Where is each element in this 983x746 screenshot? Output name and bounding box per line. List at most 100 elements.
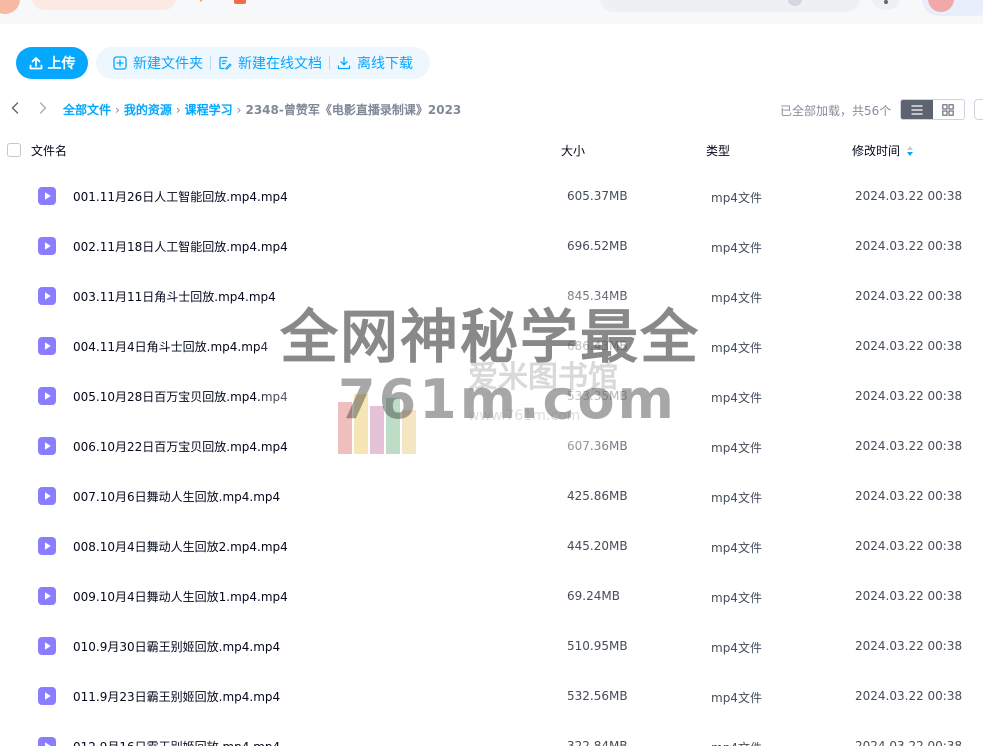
file-size: 322.84MB	[567, 739, 628, 746]
file-type: mp4文件	[711, 739, 762, 746]
file-name[interactable]: 010.9月30日霸王别姬回放.mp4.mp4	[73, 638, 280, 655]
file-modified-time: 2024.03.22 00:38	[855, 539, 963, 553]
new-doc-label: 新建在线文档	[238, 56, 322, 72]
breadcrumb-item[interactable]: 我的资源	[124, 101, 172, 118]
file-type: mp4文件	[711, 441, 762, 455]
view-toggle	[900, 99, 965, 120]
video-file-icon	[38, 737, 56, 746]
file-name[interactable]: 001.11月26日人工智能回放.mp4.mp4	[73, 188, 288, 205]
history-navigation	[8, 100, 50, 116]
video-file-icon	[38, 587, 56, 605]
table-row[interactable]: 006.10月22日百万宝贝回放.mp4.mp4 607.36MB mp4文件 202…	[0, 421, 983, 471]
file-modified-time: 2024.03.22 00:38	[855, 239, 963, 253]
file-name[interactable]: 004.11月4日角斗士回放.mp4.mp4	[73, 338, 268, 355]
breadcrumb-current: 2348-曾赞军《电影直播录制课》2023	[245, 103, 462, 117]
document-edit-icon	[219, 56, 232, 70]
upload-icon	[29, 57, 42, 70]
breadcrumb-item[interactable]: 课程学习	[185, 101, 233, 118]
file-modified-time: 2024.03.22 00:38	[855, 389, 963, 403]
file-name[interactable]: 009.10月4日舞动人生回放1.mp4.mp4	[73, 588, 288, 605]
file-name[interactable]: 008.10月4日舞动人生回放2.mp4.mp4	[73, 538, 288, 555]
list-view-icon[interactable]	[901, 100, 933, 119]
user-avatar[interactable]	[0, 0, 20, 14]
account-avatar[interactable]	[922, 0, 983, 16]
more-icon[interactable]	[872, 0, 900, 10]
video-file-icon	[38, 337, 56, 355]
new-folder-button[interactable]: 新建文件夹	[106, 53, 210, 73]
table-row[interactable]: 001.11月26日人工智能回放.mp4.mp4 605.37MB mp4文件 202…	[0, 171, 983, 221]
column-header-size[interactable]: 大小	[561, 142, 585, 159]
file-name[interactable]: 002.11月18日人工智能回放.mp4.mp4	[73, 238, 288, 255]
file-size: 533.35MB	[567, 389, 628, 403]
file-size: 845.34MB	[567, 289, 628, 303]
file-modified-time: 2024.03.22 00:38	[855, 739, 963, 746]
file-toolbar: 上传 新建文件夹 新建在线文档 离线下载	[16, 47, 430, 79]
offline-download-button[interactable]: 离线下载	[330, 53, 420, 73]
upload-button[interactable]: 上传	[16, 47, 88, 79]
file-size: 445.20MB	[567, 539, 628, 553]
fire-icon[interactable]: ✦	[196, 0, 212, 5]
file-type: mp4文件	[711, 591, 762, 605]
table-row[interactable]: 011.9月23日霸王别姬回放.mp4.mp4 532.56MB mp4文件 2024…	[0, 671, 983, 721]
column-header-name[interactable]: 文件名	[31, 142, 67, 159]
search-input[interactable]	[600, 0, 860, 12]
video-file-icon	[38, 287, 56, 305]
file-type: mp4文件	[711, 291, 762, 305]
grid-view-icon[interactable]	[933, 100, 965, 119]
new-doc-button[interactable]: 新建在线文档	[211, 53, 329, 73]
file-type: mp4文件	[711, 691, 762, 705]
column-header-modified[interactable]: 修改时间	[852, 142, 914, 159]
file-name[interactable]: 005.10月28日百万宝贝回放.mp4.mp4	[73, 388, 288, 405]
table-row[interactable]: 010.9月30日霸王别姬回放.mp4.mp4 510.95MB mp4文件 2024…	[0, 621, 983, 671]
breadcrumb-separator-icon: ›	[236, 102, 242, 117]
offline-download-label: 离线下载	[357, 56, 413, 72]
column-header-modified-label: 修改时间	[852, 144, 901, 158]
load-status: 已全部加载，共56个	[780, 104, 892, 118]
file-name[interactable]: 007.10月6日舞动人生回放.mp4.mp4	[73, 488, 280, 505]
file-type: mp4文件	[711, 191, 762, 205]
file-size: 69.24MB	[567, 589, 620, 603]
back-arrow-icon[interactable]	[8, 100, 22, 116]
upload-label: 上传	[47, 56, 76, 72]
video-file-icon	[38, 387, 56, 405]
file-name[interactable]: 006.10月22日百万宝贝回放.mp4.mp4	[73, 438, 288, 455]
table-row[interactable]: 009.10月4日舞动人生回放1.mp4.mp4 69.24MB mp4文件 2024…	[0, 571, 983, 621]
file-type: mp4文件	[711, 491, 762, 505]
column-header-type[interactable]: 类型	[706, 142, 730, 159]
add-folder-icon	[113, 56, 127, 70]
file-name[interactable]: 012.9月16日霸王别姬回放.mp4.mp4	[73, 738, 280, 746]
promo-banner[interactable]	[32, 0, 176, 10]
select-all-checkbox[interactable]	[7, 143, 21, 157]
more-options-button[interactable]	[974, 99, 983, 120]
sort-icon[interactable]	[906, 145, 914, 158]
file-size: 510.95MB	[567, 639, 628, 653]
file-size: 607.36MB	[567, 439, 628, 453]
breadcrumb: 全部文件 › 我的资源 › 课程学习 › 2348-曾赞军《电影直播录制课》20…	[63, 101, 461, 118]
table-row[interactable]: 004.11月4日角斗士回放.mp4.mp4 686.43MB mp4文件 2024.…	[0, 321, 983, 371]
breadcrumb-item[interactable]: 全部文件	[63, 101, 111, 118]
file-size: 696.52MB	[567, 239, 628, 253]
table-row[interactable]: 012.9月16日霸王别姬回放.mp4.mp4 322.84MB mp4文件 2024…	[0, 721, 983, 746]
video-file-icon	[38, 487, 56, 505]
file-modified-time: 2024.03.22 00:38	[855, 689, 963, 703]
video-file-icon	[38, 687, 56, 705]
file-modified-time: 2024.03.22 00:38	[855, 639, 963, 653]
gift-icon[interactable]	[234, 0, 246, 4]
file-size: 686.43MB	[567, 339, 628, 353]
file-modified-time: 2024.03.22 00:38	[855, 189, 963, 203]
table-row[interactable]: 008.10月4日舞动人生回放2.mp4.mp4 445.20MB mp4文件 202…	[0, 521, 983, 571]
table-row[interactable]: 007.10月6日舞动人生回放.mp4.mp4 425.86MB mp4文件 2024…	[0, 471, 983, 521]
breadcrumb-separator-icon: ›	[115, 102, 120, 117]
file-list: 001.11月26日人工智能回放.mp4.mp4 605.37MB mp4文件 202…	[0, 171, 983, 746]
video-file-icon	[38, 637, 56, 655]
file-modified-time: 2024.03.22 00:38	[855, 289, 963, 303]
file-name[interactable]: 011.9月23日霸王别姬回放.mp4.mp4	[73, 688, 280, 705]
table-row[interactable]: 003.11月11日角斗士回放.mp4.mp4 845.34MB mp4文件 2024…	[0, 271, 983, 321]
video-file-icon	[38, 537, 56, 555]
file-name[interactable]: 003.11月11日角斗士回放.mp4.mp4	[73, 288, 276, 305]
file-size: 605.37MB	[567, 189, 628, 203]
file-type: mp4文件	[711, 241, 762, 255]
table-row[interactable]: 002.11月18日人工智能回放.mp4.mp4 696.52MB mp4文件 202…	[0, 221, 983, 271]
table-row[interactable]: 005.10月28日百万宝贝回放.mp4.mp4 533.35MB mp4文件 202…	[0, 371, 983, 421]
forward-arrow-icon[interactable]	[36, 100, 50, 116]
